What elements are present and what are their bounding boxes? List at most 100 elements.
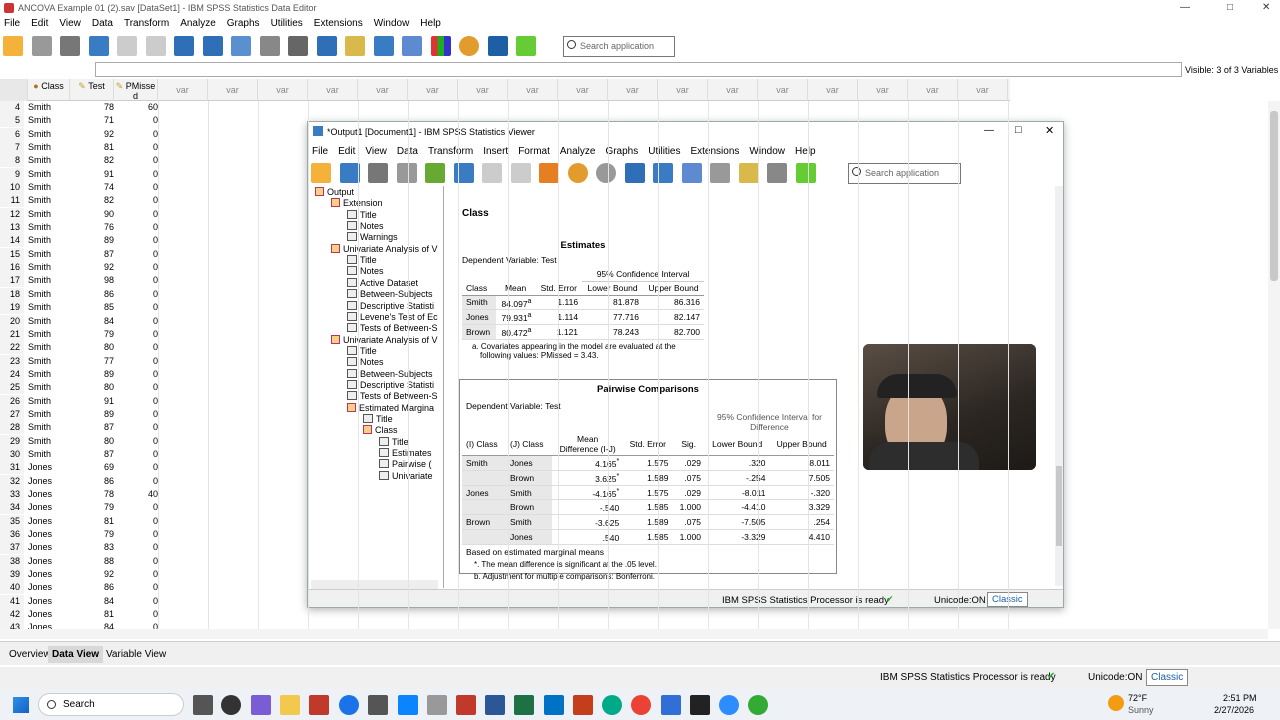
cell-test[interactable]: 91 [70,395,114,408]
minimize-icon[interactable]: — [1180,2,1190,13]
cell-class[interactable]: Smith [28,315,70,328]
cell-class[interactable]: Smith [28,421,70,434]
variables-icon[interactable] [624,163,645,183]
cell-pmissed[interactable]: 0 [114,421,158,434]
file-explorer-icon[interactable] [280,695,300,715]
row-number[interactable]: 16 [0,261,24,275]
viewer-menu-extensions[interactable]: Extensions [686,144,743,159]
row-number[interactable]: 29 [0,434,24,448]
cell-class[interactable]: Jones [28,501,70,514]
cell-test[interactable]: 89 [70,408,114,421]
viewer-minimize-icon[interactable]: — [984,125,994,136]
undo-icon[interactable] [117,36,138,56]
dialog-recall-icon[interactable] [453,163,474,183]
row-number[interactable]: 42 [0,608,24,622]
cell-pmissed[interactable]: 0 [114,128,158,141]
vertical-scrollbar[interactable] [1268,101,1280,629]
row-number[interactable]: 7 [0,141,24,155]
cell-pmissed[interactable]: 0 [114,448,158,461]
cell-pmissed[interactable]: 60 [114,101,158,114]
output-vscroll[interactable] [1055,186,1063,586]
cell-pmissed[interactable]: 0 [114,368,158,381]
cell-test[interactable]: 77 [70,355,114,368]
cell-class[interactable]: Smith [28,408,70,421]
cell-pmissed[interactable]: 0 [114,435,158,448]
cell-pmissed[interactable]: 0 [114,475,158,488]
cell-class[interactable]: Smith [28,248,70,261]
save-icon[interactable] [339,163,360,183]
save-icon[interactable] [31,36,52,56]
tree-node[interactable]: Univariate Analysis of V [331,334,438,345]
cell-pmissed[interactable]: 0 [114,221,158,234]
cell-class[interactable]: Jones [28,475,70,488]
row-number[interactable]: 4 [0,101,24,114]
row-number[interactable]: 17 [0,274,24,288]
cell-test[interactable]: 81 [70,608,114,621]
cell-pmissed[interactable]: 0 [114,328,158,341]
cell-pmissed[interactable]: 0 [114,461,158,474]
cell-test[interactable]: 84 [70,595,114,608]
viewer-menu-utilities[interactable]: Utilities [644,144,684,159]
tree-node[interactable]: Class [363,425,398,435]
menu-data[interactable]: Data [88,16,117,31]
menu-file[interactable]: File [0,16,24,31]
cell-test[interactable]: 92 [70,128,114,141]
cell-pmissed[interactable]: 0 [114,261,158,274]
cell-pmissed[interactable]: 0 [114,141,158,154]
cell-test[interactable]: 87 [70,448,114,461]
cell-test[interactable]: 85 [70,301,114,314]
cell-pmissed[interactable]: 0 [114,395,158,408]
chrome-icon[interactable] [631,695,651,715]
cell-test[interactable]: 80 [70,341,114,354]
classic-button[interactable]: Classic [1146,669,1189,686]
cell-class[interactable]: Smith [28,261,70,274]
tree-node[interactable]: Estimated Margina [347,402,434,413]
export-icon[interactable] [425,163,446,183]
cell-pmissed[interactable]: 0 [114,288,158,301]
menu-window[interactable]: Window [370,16,414,31]
col-var[interactable]: var [858,79,908,101]
demote-icon[interactable] [738,163,759,183]
cell-test[interactable]: 74 [70,181,114,194]
menu-transform[interactable]: Transform [120,16,173,31]
cell-class[interactable]: Jones [28,555,70,568]
col-class[interactable]: ● Class [28,79,70,101]
app-icon-9[interactable] [690,695,710,715]
menu-view[interactable]: View [55,16,85,31]
tree-node[interactable]: Univariate [379,470,433,481]
viewer-maximize-icon[interactable]: □ [1015,124,1022,136]
extension-icon[interactable] [795,163,816,183]
app-icon-7[interactable] [602,695,622,715]
edge-icon[interactable] [339,695,359,715]
cell-class[interactable]: Jones [28,608,70,621]
cell-test[interactable]: 84 [70,315,114,328]
task-view-icon[interactable] [193,695,213,715]
cell-pmissed[interactable]: 0 [114,355,158,368]
col-var[interactable]: var [458,79,508,101]
row-number[interactable]: 39 [0,568,24,582]
app-icon-3[interactable] [368,695,388,715]
cell-test[interactable]: 80 [70,435,114,448]
cell-class[interactable]: Smith [28,341,70,354]
pairwise-row[interactable]: SmithJones4.165*1.575.029.3208.011 [462,455,834,471]
tree-node[interactable]: Descriptive Statisti [347,300,434,311]
app-icon-8[interactable] [661,695,681,715]
cell-test[interactable]: 87 [70,421,114,434]
cell-pmissed[interactable]: 0 [114,234,158,247]
scroll-thumb[interactable] [1270,111,1278,281]
cell-pmissed[interactable]: 0 [114,515,158,528]
cell-class[interactable]: Smith [28,274,70,287]
viewer-menu-view[interactable]: View [361,144,391,159]
maximize-icon[interactable]: □ [1227,2,1233,13]
cell-class[interactable]: Smith [28,168,70,181]
viewer-menu-analyze[interactable]: Analyze [556,144,600,159]
cell-pmissed[interactable]: 0 [114,154,158,167]
cell-pmissed[interactable]: 0 [114,568,158,581]
app-icon-5[interactable] [427,695,447,715]
print-icon[interactable] [60,36,81,56]
cell-test[interactable]: 87 [70,248,114,261]
tree-node[interactable]: Tests of Between-S [347,323,438,333]
col-var[interactable]: var [508,79,558,101]
col-var[interactable]: var [908,79,958,101]
col-test[interactable]: ✎ Test [70,79,114,101]
